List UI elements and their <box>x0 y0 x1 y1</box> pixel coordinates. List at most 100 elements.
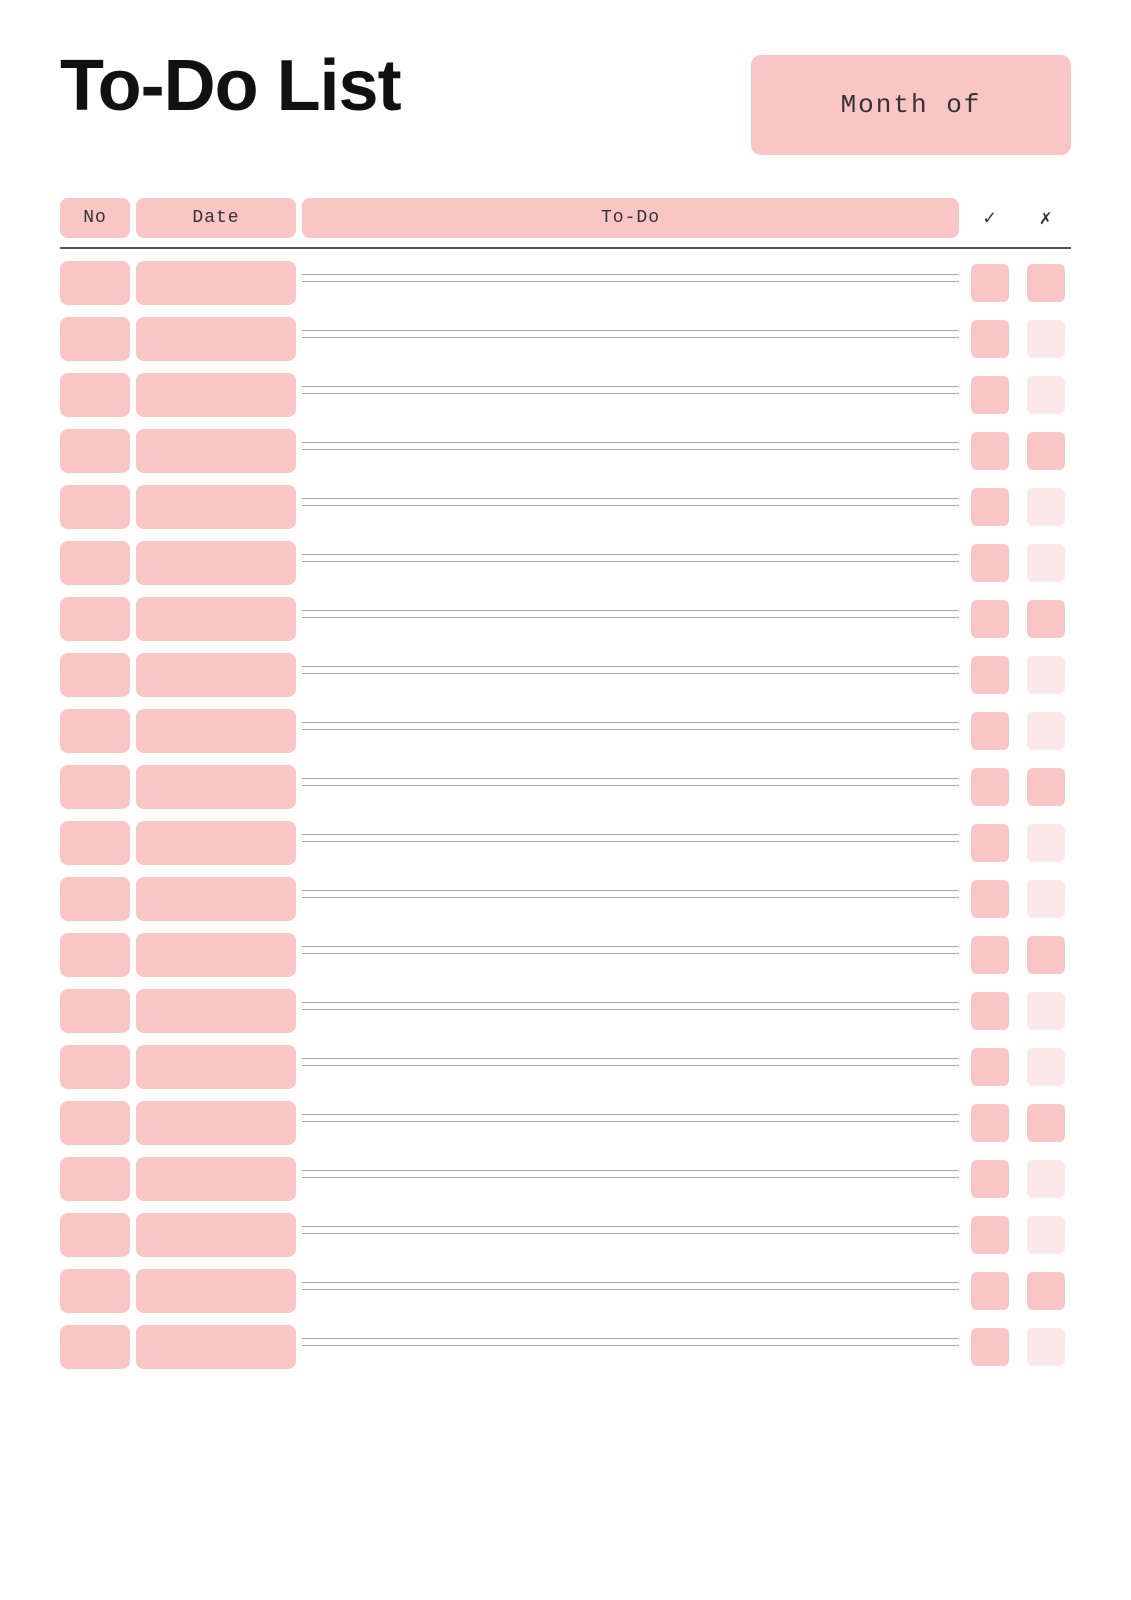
cell-no[interactable] <box>60 709 130 753</box>
cell-todo[interactable] <box>302 498 959 516</box>
cell-cross[interactable] <box>1027 880 1065 918</box>
cell-date[interactable] <box>136 541 296 585</box>
cell-todo[interactable] <box>302 442 959 460</box>
cell-check[interactable] <box>971 936 1009 974</box>
cell-check[interactable] <box>971 320 1009 358</box>
cell-no[interactable] <box>60 1045 130 1089</box>
cell-cross[interactable] <box>1027 824 1065 862</box>
cell-cross[interactable] <box>1027 488 1065 526</box>
cell-todo[interactable] <box>302 1058 959 1076</box>
cell-check[interactable] <box>971 824 1009 862</box>
cell-todo[interactable] <box>302 722 959 740</box>
cell-todo[interactable] <box>302 890 959 908</box>
cell-todo[interactable] <box>302 386 959 404</box>
cell-date[interactable] <box>136 933 296 977</box>
cell-cross[interactable] <box>1027 1328 1065 1366</box>
cell-date[interactable] <box>136 1325 296 1369</box>
cell-check[interactable] <box>971 768 1009 806</box>
cell-cross[interactable] <box>1027 1048 1065 1086</box>
cell-todo[interactable] <box>302 330 959 348</box>
cell-check[interactable] <box>971 1272 1009 1310</box>
cell-todo[interactable] <box>302 778 959 796</box>
cell-todo[interactable] <box>302 834 959 852</box>
cell-cross[interactable] <box>1027 376 1065 414</box>
cell-no[interactable] <box>60 1157 130 1201</box>
cell-date[interactable] <box>136 709 296 753</box>
cell-todo[interactable] <box>302 666 959 684</box>
cell-no[interactable] <box>60 1325 130 1369</box>
cell-no[interactable] <box>60 877 130 921</box>
cell-no[interactable] <box>60 821 130 865</box>
cell-date[interactable] <box>136 429 296 473</box>
cell-no[interactable] <box>60 1213 130 1257</box>
cell-todo[interactable] <box>302 610 959 628</box>
cell-date[interactable] <box>136 597 296 641</box>
cell-cross[interactable] <box>1027 1104 1065 1142</box>
cell-cross[interactable] <box>1027 992 1065 1030</box>
cell-no[interactable] <box>60 653 130 697</box>
cell-cross[interactable] <box>1027 320 1065 358</box>
cell-no[interactable] <box>60 933 130 977</box>
cell-date[interactable] <box>136 1213 296 1257</box>
cell-todo[interactable] <box>302 1226 959 1244</box>
cell-no[interactable] <box>60 541 130 585</box>
cell-cross[interactable] <box>1027 264 1065 302</box>
cell-todo[interactable] <box>302 554 959 572</box>
cell-date[interactable] <box>136 373 296 417</box>
cell-cross[interactable] <box>1027 600 1065 638</box>
cell-date[interactable] <box>136 317 296 361</box>
cell-todo[interactable] <box>302 1170 959 1188</box>
cell-check[interactable] <box>971 880 1009 918</box>
cell-date[interactable] <box>136 485 296 529</box>
cell-check[interactable] <box>971 992 1009 1030</box>
cell-check[interactable] <box>971 1216 1009 1254</box>
cell-check[interactable] <box>971 1048 1009 1086</box>
cell-check[interactable] <box>971 432 1009 470</box>
cell-no[interactable] <box>60 765 130 809</box>
cell-cross[interactable] <box>1027 712 1065 750</box>
cell-date[interactable] <box>136 1045 296 1089</box>
cell-cross[interactable] <box>1027 656 1065 694</box>
cell-no[interactable] <box>60 597 130 641</box>
cell-no[interactable] <box>60 485 130 529</box>
cell-check[interactable] <box>971 600 1009 638</box>
cell-date[interactable] <box>136 653 296 697</box>
cell-cross[interactable] <box>1027 1160 1065 1198</box>
cell-date[interactable] <box>136 989 296 1033</box>
cell-todo[interactable] <box>302 946 959 964</box>
cell-check[interactable] <box>971 1160 1009 1198</box>
cell-no[interactable] <box>60 1101 130 1145</box>
cell-date[interactable] <box>136 1269 296 1313</box>
cell-todo[interactable] <box>302 1002 959 1020</box>
cell-check[interactable] <box>971 712 1009 750</box>
cell-check[interactable] <box>971 264 1009 302</box>
cell-todo[interactable] <box>302 274 959 292</box>
cell-cross[interactable] <box>1027 768 1065 806</box>
cell-date[interactable] <box>136 261 296 305</box>
cell-cross[interactable] <box>1027 544 1065 582</box>
cell-date[interactable] <box>136 877 296 921</box>
cell-cross[interactable] <box>1027 936 1065 974</box>
cell-check[interactable] <box>971 376 1009 414</box>
cell-todo[interactable] <box>302 1338 959 1356</box>
cell-check[interactable] <box>971 1104 1009 1142</box>
cell-check[interactable] <box>971 1328 1009 1366</box>
cell-todo[interactable] <box>302 1114 959 1132</box>
cell-todo[interactable] <box>302 1282 959 1300</box>
month-box[interactable]: Month of <box>751 55 1071 155</box>
cell-date[interactable] <box>136 1101 296 1145</box>
cell-cross[interactable] <box>1027 1272 1065 1310</box>
cell-no[interactable] <box>60 1269 130 1313</box>
cell-check[interactable] <box>971 488 1009 526</box>
cell-cross[interactable] <box>1027 432 1065 470</box>
cell-check[interactable] <box>971 656 1009 694</box>
cell-check[interactable] <box>971 544 1009 582</box>
cell-date[interactable] <box>136 1157 296 1201</box>
cell-no[interactable] <box>60 261 130 305</box>
cell-date[interactable] <box>136 821 296 865</box>
cell-cross[interactable] <box>1027 1216 1065 1254</box>
cell-no[interactable] <box>60 317 130 361</box>
cell-no[interactable] <box>60 373 130 417</box>
cell-date[interactable] <box>136 765 296 809</box>
cell-no[interactable] <box>60 989 130 1033</box>
